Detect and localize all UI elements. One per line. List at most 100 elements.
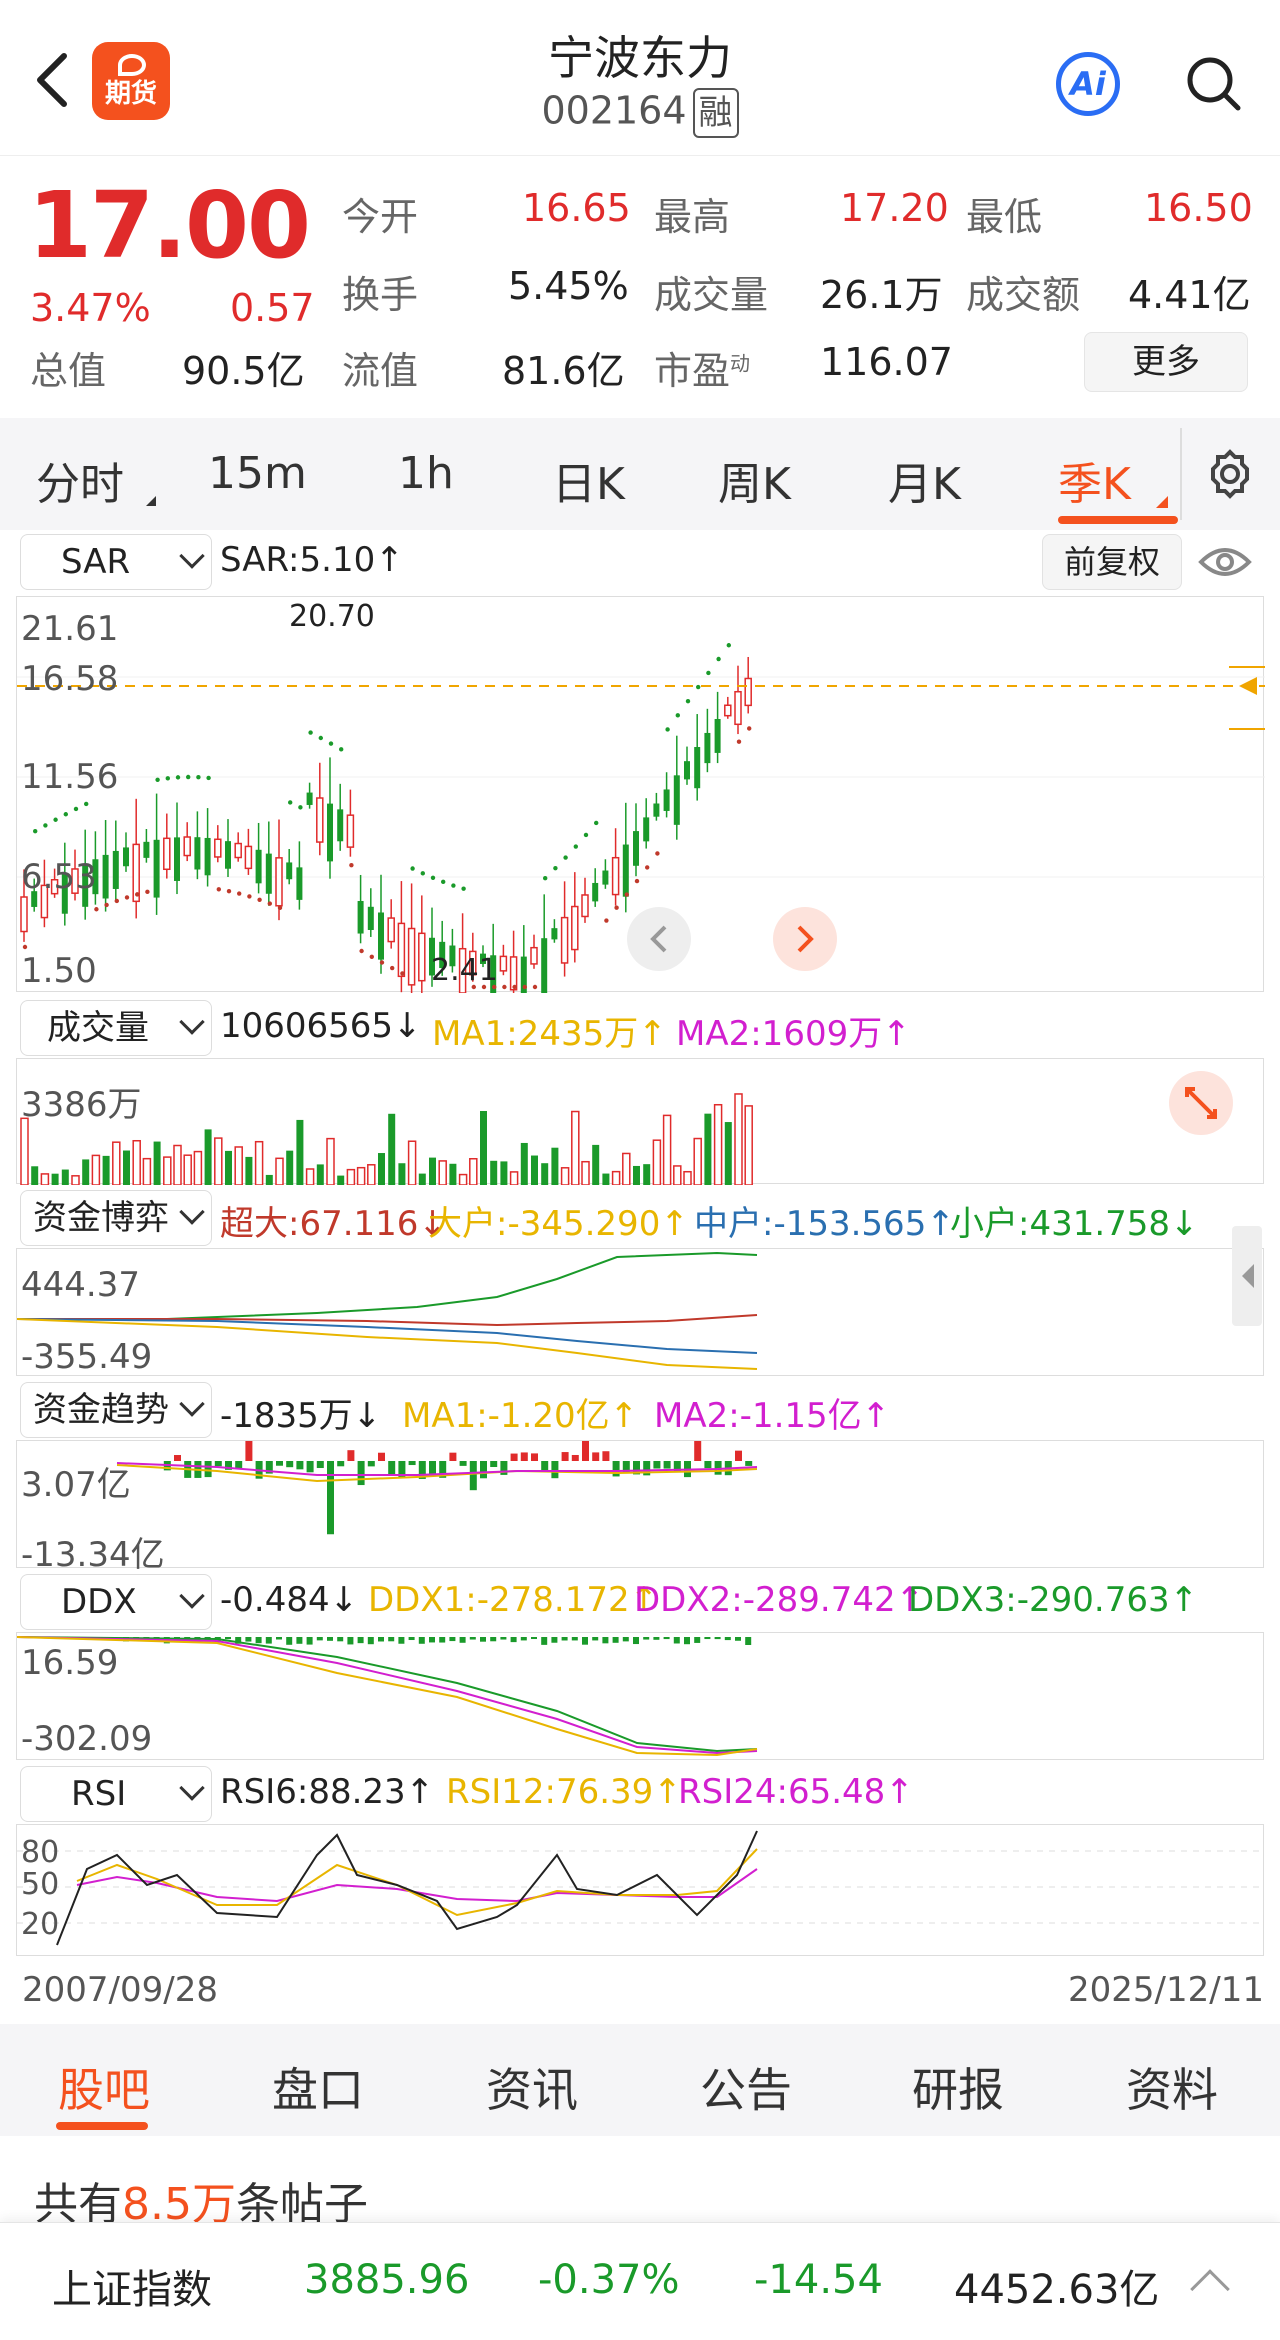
indicator-selector-ddx[interactable]: DDX — [20, 1574, 212, 1630]
ddx-bar — [582, 1637, 588, 1645]
ddx-chart[interactable]: 16.59 -302.09 — [16, 1632, 1264, 1760]
volume-bar — [51, 1173, 59, 1185]
indicator-selector-sar[interactable]: SAR — [20, 534, 212, 590]
fund-trend-bar — [469, 1461, 477, 1491]
candle-body — [306, 792, 313, 805]
sar-dot — [104, 902, 109, 908]
sar-value: SAR:5.10↑ — [220, 540, 404, 580]
kline-chart[interactable]: 21.61 16.58 11.56 6.53 1.50 20.70 2.41 — [16, 596, 1265, 993]
fund-large: 大户:-345.290↑ — [428, 1204, 689, 1244]
volume-bar — [662, 1114, 672, 1185]
candle-body — [194, 837, 201, 870]
indicator-selector-volume[interactable]: 成交量 — [20, 1000, 212, 1056]
sar-dot — [563, 855, 568, 860]
ddx-bar — [398, 1637, 405, 1644]
candle-body — [571, 905, 579, 951]
side-drawer-handle[interactable] — [1232, 1226, 1262, 1326]
candle-body — [123, 847, 129, 867]
sar-dot — [339, 747, 344, 752]
fund-trend-chart[interactable]: 3.07亿 -13.34亿 — [16, 1440, 1264, 1575]
search-icon[interactable] — [1184, 54, 1242, 112]
candle-body — [153, 839, 160, 898]
tab-news[interactable]: 资讯 — [486, 2054, 578, 2120]
selector-label: 成交量 — [47, 1008, 149, 1048]
ddx-bar — [480, 1637, 486, 1642]
indicator-selector-rsi[interactable]: RSI — [20, 1766, 212, 1822]
indicator-selector-fund-game[interactable]: 资金博弈 — [20, 1190, 212, 1246]
volume-bar — [234, 1146, 243, 1185]
tab-quarterly[interactable]: 季K — [1058, 448, 1131, 512]
more-button[interactable]: 更多 — [1084, 332, 1248, 392]
chevron-down-icon — [179, 1583, 205, 1609]
volume-bar — [398, 1163, 406, 1185]
gear-icon[interactable] — [1202, 446, 1258, 502]
fund-trend-bar — [235, 1461, 243, 1469]
fund-trend-ma2-line — [116, 1462, 758, 1476]
candle-body — [744, 677, 752, 707]
date-start: 2007/09/28 — [22, 1970, 218, 2010]
sar-dot — [747, 726, 752, 731]
sar-dot — [522, 984, 527, 990]
volume-bar — [418, 1173, 426, 1185]
sar-dot — [675, 713, 680, 718]
active-tab-underline — [1058, 516, 1178, 524]
tab-15m[interactable]: 15m — [208, 448, 307, 499]
tab-monthly[interactable]: 月K — [888, 448, 961, 512]
adjust-button[interactable]: 前复权 — [1042, 534, 1182, 590]
ddx-bar — [531, 1637, 537, 1640]
tab-order-book[interactable]: 盘口 — [272, 2054, 364, 2120]
volume-ma2: MA2:1609万↑ — [676, 1014, 911, 1054]
volume-bar — [316, 1164, 324, 1185]
next-button[interactable] — [773, 907, 837, 971]
chevron-up-icon[interactable] — [1190, 2269, 1230, 2309]
sar-dot — [512, 984, 517, 990]
chevron-down-icon — [179, 543, 205, 569]
candle-body — [560, 916, 569, 964]
ai-assistant-icon[interactable]: Ai — [1056, 52, 1120, 116]
volume-bar — [490, 1160, 498, 1185]
ddx-bar — [265, 1637, 272, 1644]
volume-value: 10606565↓ — [220, 1006, 422, 1046]
market-index-bar[interactable]: 上证指数 3885.96 -0.37% -14.54 4452.63亿 — [0, 2222, 1280, 2340]
tab-forum[interactable]: 股吧 — [58, 2054, 150, 2120]
volume-bar — [296, 1119, 304, 1185]
candle-body — [643, 817, 650, 842]
volume-bar — [275, 1157, 284, 1185]
candle-body — [225, 841, 231, 869]
sar-dot — [328, 741, 334, 746]
volume-bar — [458, 1173, 468, 1185]
high-mark: 20.70 — [289, 599, 375, 634]
candle-body — [397, 922, 406, 978]
volume-bar — [744, 1105, 753, 1185]
volume-bar — [449, 1163, 457, 1185]
expand-button[interactable] — [1169, 1071, 1233, 1135]
ddx-bar — [541, 1637, 548, 1645]
tab-weekly[interactable]: 周K — [718, 448, 791, 512]
tab-research[interactable]: 研报 — [912, 2054, 1004, 2120]
fund-trend-bar — [204, 1461, 212, 1478]
tab-1h[interactable]: 1h — [398, 448, 454, 499]
fund-game-chart[interactable]: 444.37 -355.49 — [16, 1248, 1264, 1377]
ddx-bar — [245, 1637, 252, 1642]
tab-daily[interactable]: 日K — [552, 448, 625, 512]
sar-dot — [614, 905, 619, 910]
rsi-chart[interactable]: 80 50 20 — [16, 1824, 1265, 1956]
prev-button[interactable] — [627, 907, 691, 971]
y-axis-label: 20 — [21, 1907, 60, 1942]
tab-announcements[interactable]: 公告 — [700, 2054, 792, 2120]
tab-profile[interactable]: 资料 — [1126, 2054, 1218, 2120]
stock-code: 002164 — [541, 88, 687, 133]
sar-dot — [634, 878, 640, 884]
float-value: 81.6亿 — [502, 349, 625, 393]
turnover-value: 5.45% — [508, 264, 629, 308]
ddx-bar — [724, 1637, 731, 1641]
volume-bar — [520, 1142, 528, 1185]
volume-chart[interactable]: 3386万 — [16, 1058, 1264, 1185]
period-tabs: 分时 15m 1h 日K 周K 月K 季K — [0, 418, 1280, 530]
sar-dot — [502, 984, 507, 990]
sar-dot — [63, 812, 68, 817]
indicator-selector-fund-trend[interactable]: 资金趋势 — [20, 1382, 212, 1438]
volume-bar — [61, 1169, 69, 1185]
eye-icon[interactable] — [1198, 540, 1252, 584]
tab-intraday[interactable]: 分时 — [36, 448, 124, 512]
